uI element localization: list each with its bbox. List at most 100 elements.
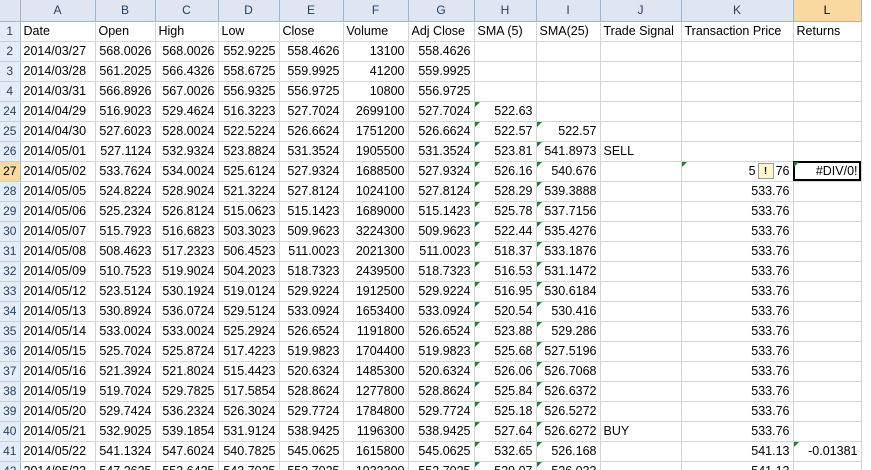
cell[interactable]: 509.9623 <box>279 221 344 242</box>
cell[interactable]: 525.8724 <box>155 341 219 362</box>
cell[interactable]: 541.8973 <box>536 141 601 162</box>
cell[interactable]: 2014/05/19 <box>20 381 96 402</box>
cell[interactable]: 526.6624 <box>408 121 475 142</box>
cell[interactable]: 1615800 <box>343 441 409 462</box>
cell[interactable]: 547.2625 <box>95 461 156 470</box>
cell[interactable] <box>793 421 862 442</box>
cell[interactable]: 519.0124 <box>218 281 280 302</box>
cell[interactable]: 518.7323 <box>279 261 344 282</box>
cell[interactable]: 530.6184 <box>536 281 601 302</box>
cell[interactable]: 561.2025 <box>95 61 156 82</box>
cell[interactable]: 516.95 <box>474 281 537 302</box>
cell[interactable]: 529.9224 <box>408 281 475 302</box>
cell[interactable]: 533.76 <box>681 321 794 342</box>
cell[interactable]: 541.13 <box>681 441 794 462</box>
cell[interactable]: 528.9024 <box>155 181 219 202</box>
cell[interactable]: 526.6524 <box>408 321 475 342</box>
cell[interactable]: 532.65 <box>474 441 537 462</box>
cell[interactable] <box>793 261 862 282</box>
cell[interactable]: 541.13 <box>681 461 794 470</box>
cell[interactable]: 2014/05/14 <box>20 321 96 342</box>
cell[interactable]: 533.7624 <box>95 161 156 182</box>
cell[interactable]: 519.9823 <box>279 341 344 362</box>
cell[interactable] <box>600 361 682 382</box>
transaction-price-cell[interactable]: 5! 76 <box>681 161 794 182</box>
cell[interactable]: 2014/03/27 <box>20 41 96 62</box>
cell[interactable]: 533.76 <box>681 301 794 322</box>
cell[interactable]: 2014/05/20 <box>20 401 96 422</box>
cell[interactable]: 511.0023 <box>279 241 344 262</box>
cell[interactable]: 2014/05/12 <box>20 281 96 302</box>
cell[interactable]: 525.2324 <box>95 201 156 222</box>
cell[interactable]: 533.76 <box>681 221 794 242</box>
column-header-e[interactable]: E <box>279 0 344 22</box>
cell[interactable]: 515.0623 <box>218 201 280 222</box>
row-header[interactable]: 34 <box>0 301 21 322</box>
column-title-cell[interactable]: Returns <box>793 21 862 42</box>
cell[interactable]: 532.9025 <box>95 421 156 442</box>
cell[interactable]: 527.6023 <box>95 121 156 142</box>
cell[interactable]: 1277800 <box>343 381 409 402</box>
cell[interactable]: 516.53 <box>474 261 537 282</box>
cell[interactable]: 566.8926 <box>95 81 156 102</box>
cell[interactable]: 522.5224 <box>218 121 280 142</box>
cell[interactable]: 526.168 <box>536 441 601 462</box>
cell[interactable]: 568.0026 <box>155 41 219 62</box>
cell[interactable]: 558.4626 <box>408 41 475 62</box>
cell[interactable]: 533.76 <box>681 281 794 302</box>
cell[interactable]: 533.0924 <box>408 301 475 322</box>
cell[interactable]: 541.1324 <box>95 441 156 462</box>
cell[interactable]: 526.6524 <box>279 321 344 342</box>
column-title-cell[interactable]: Trade Signal <box>600 21 682 42</box>
cell[interactable] <box>793 341 862 362</box>
cell[interactable]: 533.76 <box>681 361 794 382</box>
cell[interactable]: 520.6324 <box>408 361 475 382</box>
row-header[interactable]: 41 <box>0 441 21 462</box>
cell[interactable]: 41200 <box>343 61 409 82</box>
cell[interactable]: 559.9925 <box>408 61 475 82</box>
cell[interactable] <box>474 81 537 102</box>
row-header[interactable]: 2 <box>0 41 21 62</box>
cell[interactable]: 1191800 <box>343 321 409 342</box>
cell[interactable]: 1905500 <box>343 141 409 162</box>
cell[interactable]: 2014/05/21 <box>20 421 96 442</box>
cell[interactable]: 2014/05/08 <box>20 241 96 262</box>
cell[interactable]: 526.3024 <box>218 401 280 422</box>
cell[interactable]: 527.7024 <box>408 101 475 122</box>
cell[interactable] <box>793 301 862 322</box>
cell[interactable]: 547.6024 <box>155 441 219 462</box>
cell[interactable]: 521.3224 <box>218 181 280 202</box>
cell[interactable]: 545.0625 <box>408 441 475 462</box>
cell[interactable]: 531.9124 <box>218 421 280 442</box>
cell[interactable]: 521.8024 <box>155 361 219 382</box>
cell[interactable] <box>681 61 794 82</box>
cell[interactable]: 508.4623 <box>95 241 156 262</box>
cell[interactable]: 535.4276 <box>536 221 601 242</box>
cell[interactable] <box>793 121 862 142</box>
cell[interactable] <box>600 341 682 362</box>
row-header[interactable]: 25 <box>0 121 21 142</box>
cell[interactable]: 529.7424 <box>95 401 156 422</box>
cell[interactable]: 529.286 <box>536 321 601 342</box>
cell[interactable]: 509.9623 <box>408 221 475 242</box>
cell[interactable] <box>600 381 682 402</box>
cell[interactable]: 519.7024 <box>95 381 156 402</box>
spreadsheet-grid[interactable]: ABCDEFGHIJKL 1 Date Open High Low Close Volume… <box>0 0 871 470</box>
row-header[interactable]: 42 <box>0 461 21 470</box>
column-header-l[interactable]: L <box>793 0 862 22</box>
cell[interactable] <box>600 281 682 302</box>
cell[interactable]: 528.8624 <box>408 381 475 402</box>
cell[interactable]: 552.7025 <box>408 461 475 470</box>
cell[interactable]: 526.06 <box>474 361 537 382</box>
cell[interactable] <box>793 321 862 342</box>
cell[interactable] <box>536 41 601 62</box>
cell[interactable]: 539.1854 <box>155 421 219 442</box>
cell[interactable]: 527.5196 <box>536 341 601 362</box>
cell[interactable] <box>600 241 682 262</box>
cell[interactable] <box>474 61 537 82</box>
row-header[interactable]: 36 <box>0 341 21 362</box>
cell[interactable]: 531.1472 <box>536 261 601 282</box>
cell[interactable]: 2014/05/09 <box>20 261 96 282</box>
cell[interactable]: 521.3924 <box>95 361 156 382</box>
cell[interactable]: 525.78 <box>474 201 537 222</box>
